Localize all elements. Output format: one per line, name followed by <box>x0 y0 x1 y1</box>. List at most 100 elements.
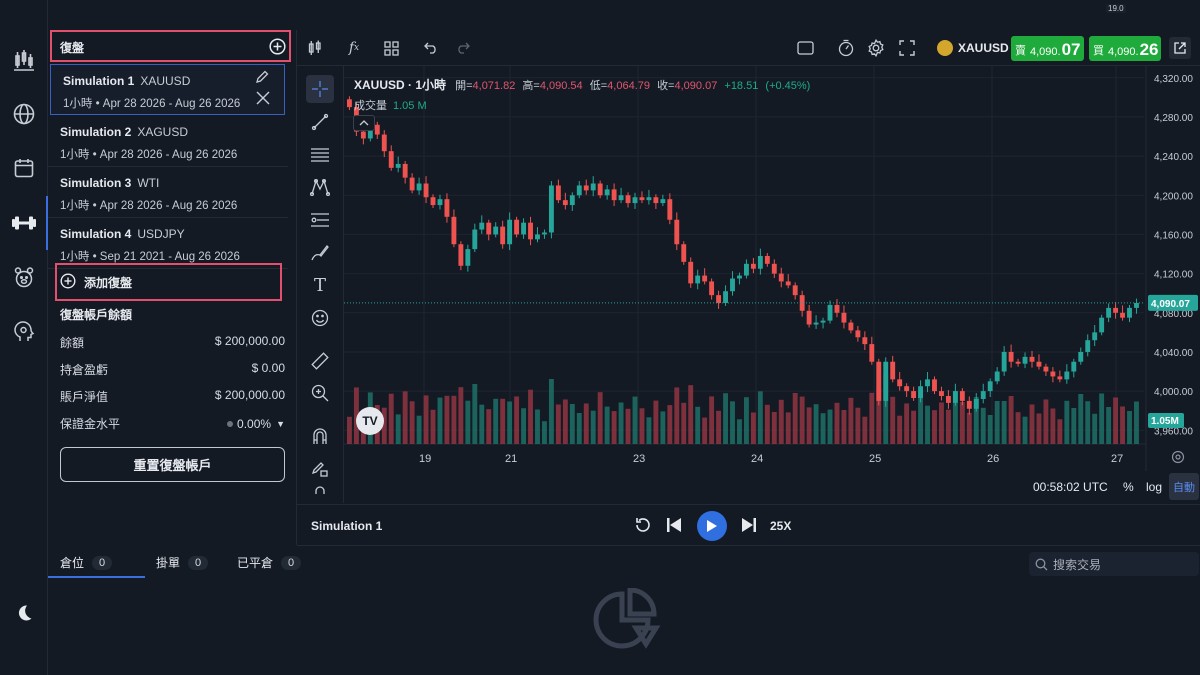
lock-icon[interactable] <box>306 486 334 502</box>
bear-icon[interactable] <box>8 261 40 293</box>
tab-positions[interactable]: 倉位 0 <box>60 554 113 571</box>
pencil-icon[interactable] <box>255 70 269 87</box>
y-tick-label: 4,240.00 <box>1154 152 1193 163</box>
volume-bar <box>500 398 506 444</box>
simulation-item-4[interactable]: Simulation 4 USDJPY 1小時 • Sep 21 2021 - A… <box>48 218 288 269</box>
ruler-icon[interactable] <box>306 347 334 375</box>
text-icon[interactable]: T <box>306 271 334 299</box>
speed-selector[interactable]: 25X <box>770 519 791 533</box>
brush-icon[interactable] <box>306 239 334 267</box>
volume-bar <box>730 401 735 444</box>
candle-body <box>1015 361 1021 364</box>
volume-bar <box>625 408 631 444</box>
volume-bar <box>507 401 513 444</box>
replay-reset-icon[interactable] <box>634 516 652 537</box>
candle-body <box>827 304 833 321</box>
account-row-pnl: 持倉盈虧 $ 0.00 <box>60 361 285 378</box>
fullscreen-rect-icon[interactable] <box>795 38 815 58</box>
external-link-icon[interactable] <box>1169 37 1191 59</box>
account-row-margin[interactable]: 保證金水平 0.00% ▼ <box>60 415 285 432</box>
simulation-item-3[interactable]: Simulation 3 WTI 1小時 • Apr 28 2026 - Aug … <box>48 167 288 218</box>
undo-icon[interactable] <box>421 38 441 58</box>
tab-orders[interactable]: 掛單 0 <box>156 554 209 571</box>
legend-title: XAUUSD · 1小時 <box>354 78 447 92</box>
horizontal-lines-icon[interactable] <box>306 141 334 169</box>
play-button[interactable] <box>697 511 727 541</box>
volume-bar <box>709 396 715 444</box>
settings-gear-icon[interactable] <box>866 38 886 58</box>
candle-body <box>1036 361 1042 367</box>
auto-toggle[interactable]: 自動 <box>1169 473 1199 500</box>
globe-icon[interactable] <box>8 98 40 130</box>
volume-bar <box>611 411 617 444</box>
candle-body <box>813 322 819 325</box>
volume-bar <box>945 409 951 444</box>
candle-body <box>723 291 728 303</box>
volume-bar <box>1099 393 1105 444</box>
price-chart[interactable]: 4,320.00 4,280.00 4,240.00 4,200.00 4,160.00… <box>344 66 1200 503</box>
step-forward-icon[interactable] <box>741 517 757 536</box>
volume-bar <box>813 404 819 444</box>
chart-area[interactable]: 4,320.00 4,280.00 4,240.00 4,200.00 4,160.00… <box>344 66 1200 503</box>
emoji-icon[interactable] <box>306 304 334 332</box>
tab-closed[interactable]: 已平倉 0 <box>237 554 302 571</box>
close-icon[interactable] <box>256 91 270 108</box>
tab-label: 已平倉 <box>237 556 274 570</box>
simulation-item-2[interactable]: Simulation 2 XAGUSD 1小時 • Apr 28 2026 - A… <box>48 116 288 167</box>
simulation-item-1[interactable]: Simulation 1 XAUUSD 1小時 • Apr 28 2026 - A… <box>50 64 285 115</box>
log-toggle[interactable]: log <box>1146 480 1162 494</box>
dumbbell-icon[interactable] <box>8 207 40 239</box>
timer-icon[interactable] <box>836 38 856 58</box>
volume-bar <box>744 397 749 444</box>
moon-icon[interactable] <box>8 597 40 629</box>
volume-tag-label: 1.05M <box>1151 416 1179 427</box>
candle-body <box>583 185 589 191</box>
candle-body <box>646 197 652 201</box>
percent-toggle[interactable]: % <box>1123 480 1134 494</box>
volume-bar <box>1106 407 1112 444</box>
pattern-icon[interactable] <box>306 173 334 201</box>
symbol-selector[interactable]: XAUUSD <box>937 40 1009 56</box>
reset-account-button[interactable]: 重置復盤帳戶 <box>60 447 285 482</box>
axis-settings-icon[interactable] <box>1171 450 1185 467</box>
tradingview-logo-icon: TV <box>356 407 384 435</box>
simulation-name: Simulation 2 <box>60 125 132 139</box>
gold-icon <box>937 40 953 56</box>
layout-grid-icon[interactable] <box>381 38 401 58</box>
row-value: $ 200,000.00 <box>214 334 285 348</box>
volume-bar <box>514 396 520 444</box>
candles-icon[interactable] <box>8 44 40 76</box>
candle-body <box>562 200 568 206</box>
redo-icon[interactable] <box>453 38 473 58</box>
tab-count: 0 <box>281 555 302 570</box>
candle-type-icon[interactable] <box>305 38 325 58</box>
step-back-icon[interactable] <box>666 517 682 536</box>
collapse-legend-icon[interactable] <box>353 115 375 131</box>
simulation-name: Simulation 4 <box>60 227 132 241</box>
sell-price-small: 4,090. <box>1030 46 1061 58</box>
search-trades[interactable]: 搜索交易 <box>1029 552 1199 576</box>
candle-body <box>465 249 471 266</box>
trend-line-icon[interactable] <box>306 108 334 136</box>
volume-bar <box>479 404 485 444</box>
volume-bar <box>430 409 436 444</box>
tab-count: 0 <box>92 555 113 570</box>
indicators-icon[interactable]: fx <box>344 38 364 58</box>
candle-body <box>730 278 735 292</box>
candle-body <box>1092 332 1098 341</box>
brain-icon[interactable] <box>8 316 40 348</box>
sell-button[interactable]: 賣 4,090. 07 <box>1011 36 1084 61</box>
zoom-in-icon[interactable] <box>306 379 334 407</box>
calendar-icon[interactable] <box>8 152 40 184</box>
fullscreen-icon[interactable] <box>897 38 917 58</box>
crosshair-icon[interactable] <box>306 75 334 103</box>
playback-title: Simulation 1 <box>311 519 383 533</box>
magnet-icon[interactable] <box>306 422 334 450</box>
volume-bar <box>688 385 694 444</box>
lock-pencil-icon[interactable] <box>306 454 334 482</box>
highlight-add <box>55 263 282 301</box>
fib-icon[interactable] <box>306 206 334 234</box>
buy-button[interactable]: 買 4,090. 26 <box>1089 36 1161 61</box>
caret-down-icon: ▼ <box>276 418 285 429</box>
candle-body <box>973 398 979 409</box>
